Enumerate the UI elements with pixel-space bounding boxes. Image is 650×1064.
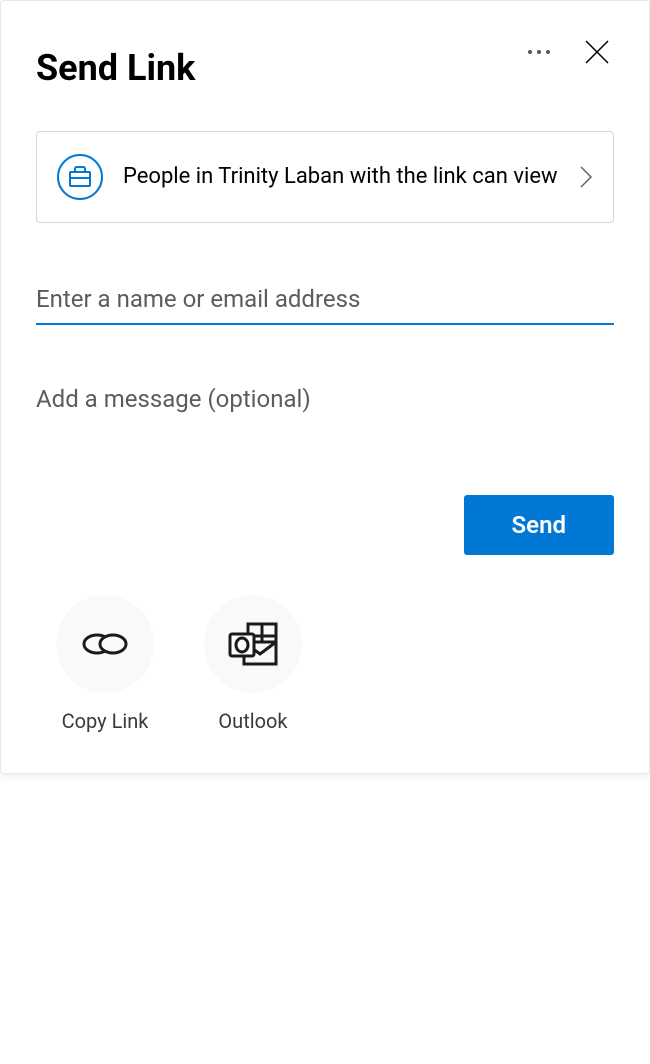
link-settings-button[interactable]: People in Trinity Laban with the link ca… [36,131,614,223]
outlook-icon [204,595,302,693]
more-options-button[interactable] [522,44,556,60]
briefcase-icon [57,154,103,200]
message-input[interactable] [36,375,614,423]
share-options: Copy Link Outlook [56,595,614,733]
close-button[interactable] [580,35,614,69]
link-settings-text: People in Trinity Laban with the link ca… [123,162,559,193]
copy-link-label: Copy Link [62,709,149,733]
dialog-title: Send Link [36,47,195,89]
header-actions [522,35,614,69]
send-button[interactable]: Send [464,495,614,555]
ellipsis-icon [528,50,532,54]
outlook-label: Outlook [218,709,287,733]
link-icon [56,595,154,693]
copy-link-button[interactable]: Copy Link [56,595,154,733]
dialog-header: Send Link [36,29,614,89]
chevron-right-icon [579,165,593,189]
recipients-input[interactable] [36,275,614,325]
outlook-button[interactable]: Outlook [204,595,302,733]
close-icon [584,39,610,65]
send-link-dialog: Send Link People in Tr [0,0,650,774]
send-row: Send [36,495,614,555]
